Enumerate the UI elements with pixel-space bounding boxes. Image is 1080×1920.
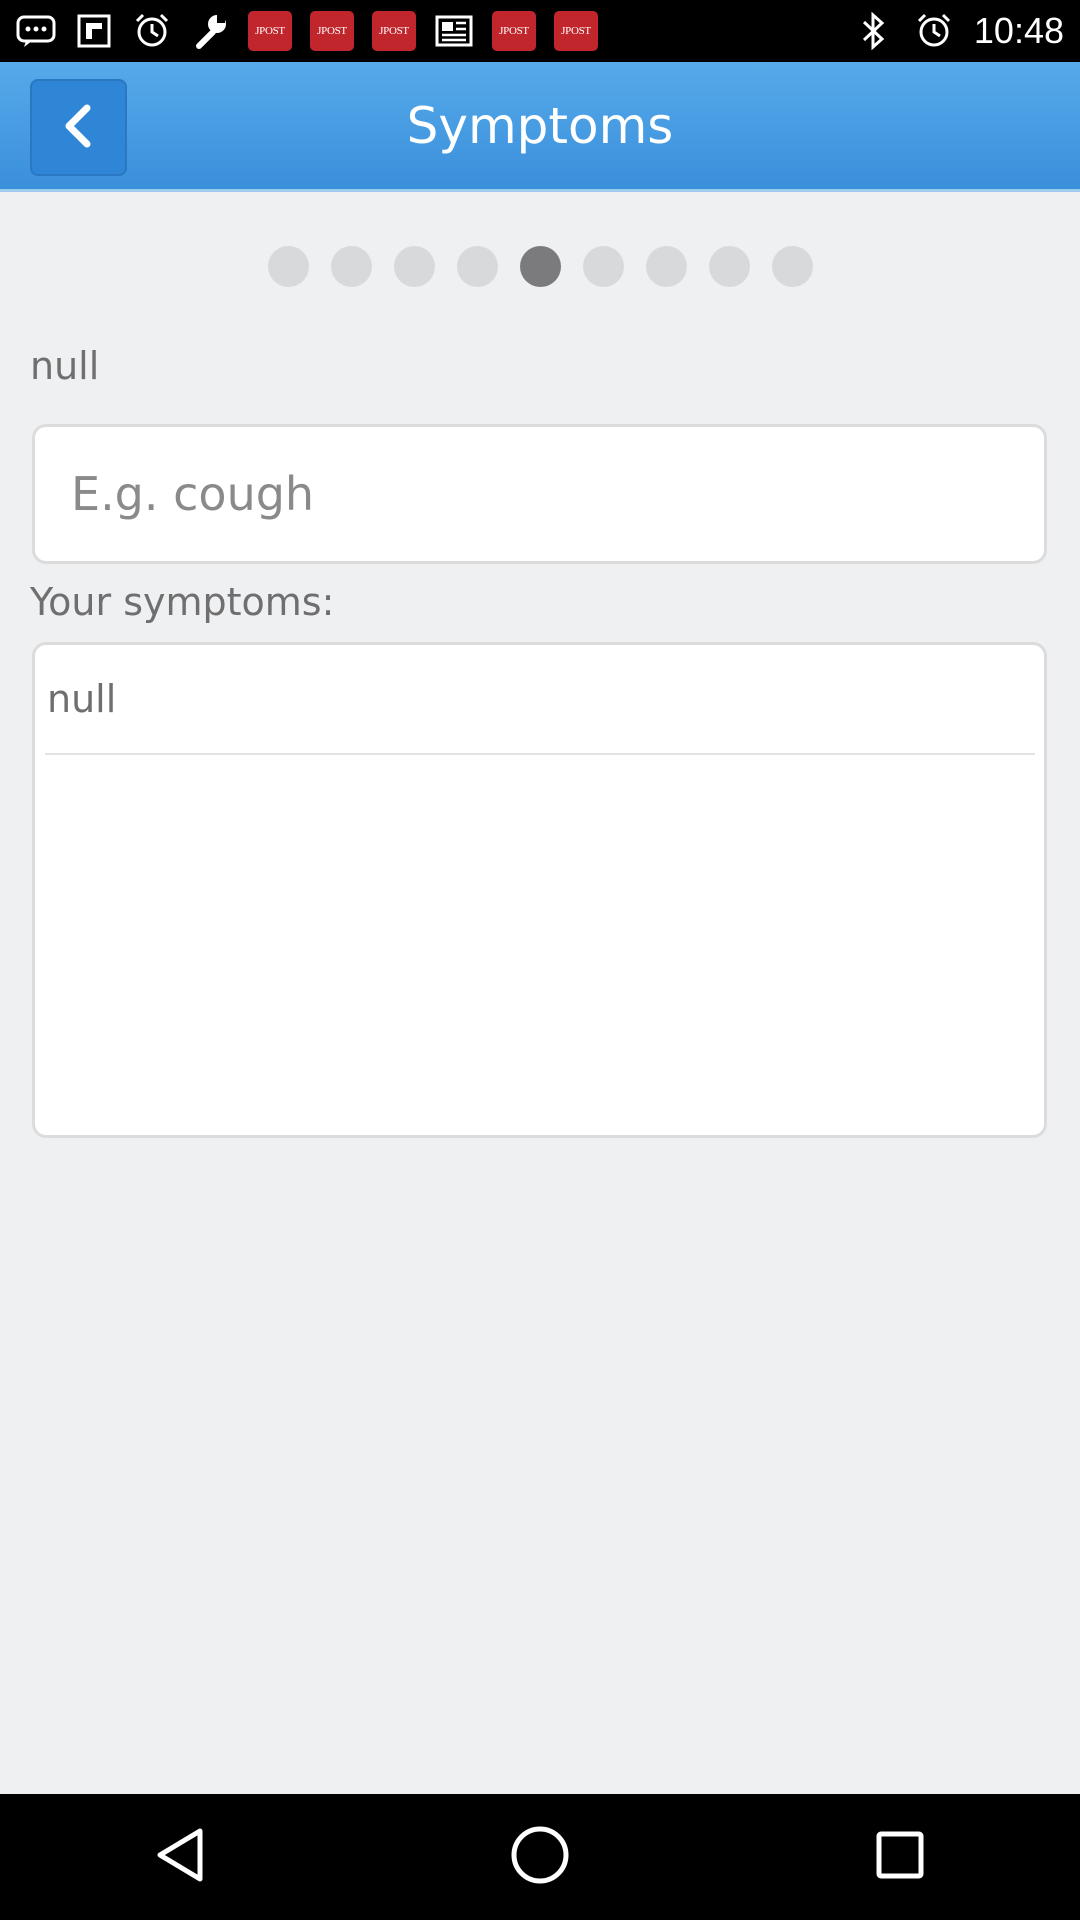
page-indicator [0,246,1080,287]
page-dot [771,246,813,287]
symptom-input[interactable] [35,427,1044,561]
field-label: null [30,344,100,388]
clock-time: 10:48 [973,10,1064,51]
alarm-icon [132,11,172,51]
navigation-bar [0,1794,1080,1920]
jpost-icon: JPOST [372,11,416,51]
page-title: Symptoms [406,96,674,155]
page-dot [267,246,309,287]
jpost-icon: JPOST [492,11,536,51]
jpost-icon: JPOST [310,11,354,51]
app-bar: Symptoms [0,62,1080,192]
nav-home-button[interactable] [480,1797,600,1917]
status-bar: JPOST JPOST JPOST JPOST JPOST 10:48 [0,0,1080,62]
page-dot [330,246,372,287]
wrench-icon [190,11,230,51]
page-dot [708,246,750,287]
page-dot [456,246,498,287]
page-dot [393,246,435,287]
symptoms-label: Your symptoms: [30,580,335,624]
back-icon [152,1825,208,1889]
nav-recents-button[interactable] [840,1797,960,1917]
jpost-icon: JPOST [248,11,292,51]
page-dot [582,246,624,287]
page-dot-active [519,246,561,287]
page-dot [645,246,687,287]
notification-icons: JPOST JPOST JPOST JPOST JPOST [16,11,598,51]
alarm-icon [914,11,954,51]
home-icon [509,1824,571,1890]
system-icons: 10:48 [854,10,1064,52]
news-icon [434,11,474,51]
symptom-input-box[interactable] [32,424,1047,564]
jpost-icon: JPOST [554,11,598,51]
symptoms-list: null [32,642,1047,1138]
list-item[interactable]: null [45,645,1035,755]
recents-icon [874,1829,926,1885]
flipboard-icon [74,11,114,51]
nav-back-button[interactable] [120,1797,240,1917]
chevron-left-icon [59,104,99,152]
bluetooth-icon [854,11,894,51]
messages-icon [16,11,56,51]
back-button[interactable] [30,79,127,176]
